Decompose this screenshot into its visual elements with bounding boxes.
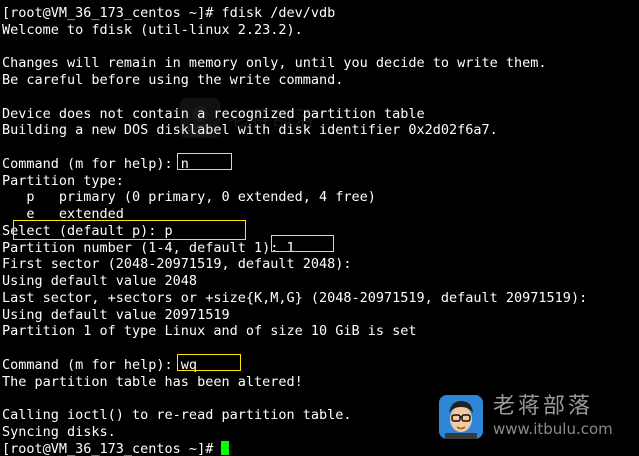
terminal-output: [root@VM_36_173_centos ~]# fdisk /dev/vd… [2,5,639,456]
terminal-line: Using default value 2048 [2,273,198,289]
terminal-line: Device does not contain a recognized par… [2,105,425,122]
terminal-line: Last sector, +sectors or +size{K,M,G} (2… [2,289,588,306]
terminal-line: Calling ioctl() to re-read partition tab… [2,407,352,423]
terminal-line: Building a new DOS disklabel with disk i… [2,122,498,139]
terminal-line: Partition 1 of type Linux and of size 10… [2,323,417,340]
terminal-line: The partition table has been altered! [2,373,303,390]
terminal-line: [root@VM_36_173_centos ~]# fdisk /dev/vd… [2,5,336,21]
terminal-line: Be careful before using the write comman… [2,72,344,88]
terminal-line: Welcome to fdisk (util-linux 2.23.2). [2,21,303,38]
terminal-line: Command (m for help): wq [2,356,198,373]
terminal-line: p primary (0 primary, 0 extended, 4 free… [2,189,376,206]
terminal-window[interactable]: [root@VM_36_173_centos ~]# fdisk /dev/vd… [0,0,639,456]
terminal-line: e extended [2,206,124,222]
terminal-line: Using default value 20971519 [2,306,230,323]
terminal-line: Syncing disks. [2,423,116,440]
terminal-prompt-line[interactable]: [root@VM_36_173_centos ~]# [2,440,639,456]
terminal-line: Partition number (1-4, default 1): 1 [2,239,295,256]
terminal-line: First sector (2048-20971519, default 204… [2,256,352,273]
terminal-line: Partition type: [2,172,124,189]
terminal-line: Command (m for help): n [2,155,189,172]
terminal-line: Select (default p): p [2,222,173,239]
cursor-block-icon [221,440,230,455]
terminal-line: Changes will remain in memory only, unti… [2,55,547,72]
shell-prompt: [root@VM_36_173_centos ~]# [2,440,222,456]
